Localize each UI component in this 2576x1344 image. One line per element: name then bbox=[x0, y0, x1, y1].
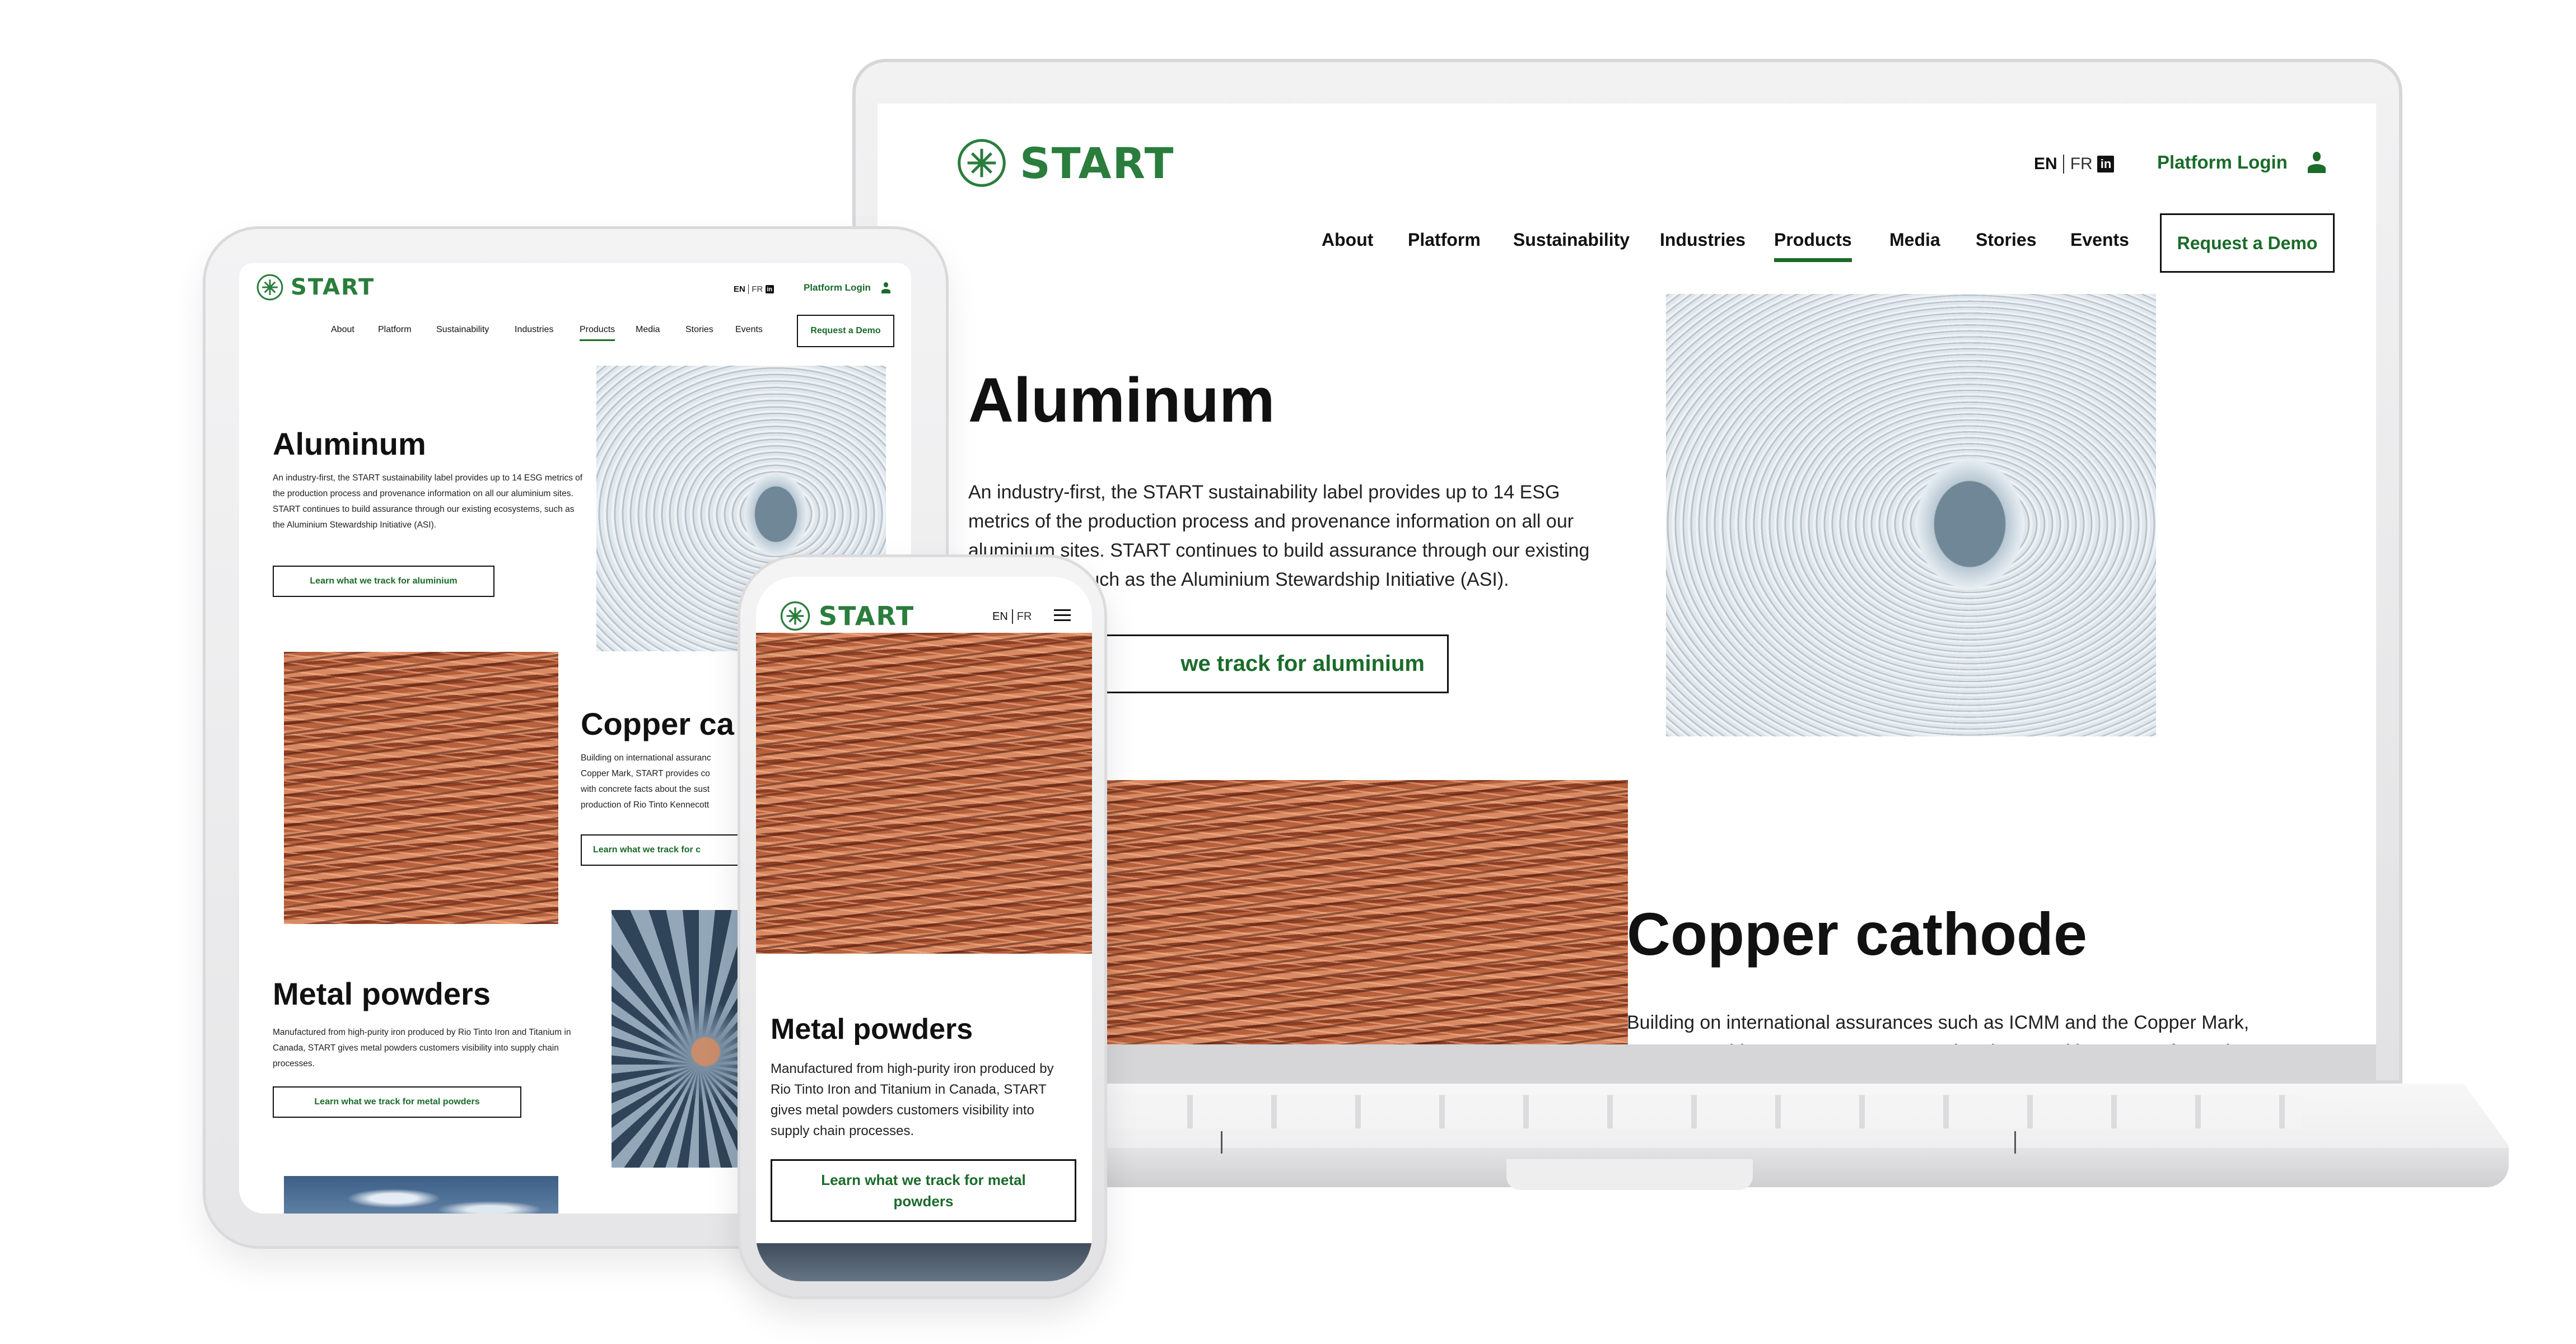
linkedin-icon[interactable]: in bbox=[765, 285, 774, 293]
learn-aluminium-button[interactable]: Learn what we track for aluminium bbox=[273, 566, 494, 597]
phone-screen: START EN FR Metal powders Manufactured f… bbox=[756, 577, 1092, 1281]
logo-text: START bbox=[291, 274, 375, 300]
nav-sustainability[interactable]: Sustainability bbox=[436, 325, 489, 335]
nav-platform[interactable]: Platform bbox=[1408, 230, 1481, 250]
aluminum-title: Aluminum bbox=[968, 365, 1275, 435]
learn-copper-button[interactable]: Learn what we track for c bbox=[581, 834, 760, 866]
metal-powder-turbine-image bbox=[756, 1243, 1092, 1281]
user-icon bbox=[2307, 152, 2327, 173]
copper-line: Building on international assuranc bbox=[581, 753, 711, 763]
laptop-notch bbox=[1506, 1159, 1753, 1190]
asterisk-circle-icon bbox=[958, 139, 1006, 187]
nav-platform[interactable]: Platform bbox=[378, 325, 412, 335]
copper-line: Copper Mark, START provides co bbox=[581, 769, 710, 778]
copper-title: Copper ca bbox=[581, 706, 734, 741]
request-demo-button[interactable]: Request a Demo bbox=[2160, 213, 2335, 273]
metal-powders-title: Metal powders bbox=[771, 1013, 973, 1046]
mine-site-image bbox=[284, 1176, 558, 1214]
nav-events[interactable]: Events bbox=[2070, 230, 2129, 250]
lang-en[interactable]: EN bbox=[2034, 155, 2057, 174]
copper-line: production of Rio Tinto Kennecott bbox=[581, 800, 710, 810]
language-switcher: EN FR in bbox=[2034, 155, 2115, 174]
lang-en[interactable]: EN bbox=[734, 284, 745, 294]
lang-en[interactable]: EN bbox=[992, 610, 1008, 623]
logo[interactable]: START bbox=[256, 273, 375, 301]
copper-title: Copper cathode bbox=[1627, 900, 2088, 968]
copper-wire-image bbox=[1046, 780, 1628, 1044]
nav-sustainability[interactable]: Sustainability bbox=[1513, 230, 1630, 250]
copper-description: Building on international assurances suc… bbox=[1627, 1012, 2263, 1044]
platform-login-link[interactable]: Platform Login bbox=[804, 282, 891, 294]
language-switcher: EN FR in bbox=[734, 284, 774, 294]
nav-products[interactable]: Products bbox=[580, 325, 615, 341]
nav-industries[interactable]: Industries bbox=[1660, 230, 1746, 250]
lang-fr[interactable]: FR bbox=[1017, 610, 1032, 623]
logo-text: START bbox=[819, 601, 915, 631]
lang-separator bbox=[2063, 155, 2065, 174]
logo[interactable]: START bbox=[780, 600, 914, 632]
laptop-trackpad bbox=[1221, 1131, 2016, 1154]
aluminum-title: Aluminum bbox=[273, 426, 426, 461]
laptop-base-front bbox=[1002, 1148, 2509, 1187]
nav-media[interactable]: Media bbox=[636, 325, 660, 335]
aluminium-coils-image bbox=[1666, 294, 2156, 736]
asterisk-circle-icon bbox=[780, 601, 810, 631]
asterisk-circle-icon bbox=[256, 274, 283, 301]
platform-login-label: Platform Login bbox=[804, 282, 871, 293]
copper-description: Building on international assuranc Coppe… bbox=[581, 750, 749, 813]
nav-about[interactable]: About bbox=[331, 325, 354, 335]
nav-stories[interactable]: Stories bbox=[1976, 230, 2036, 250]
learn-metal-powders-button[interactable]: Learn what we track for metal powders bbox=[273, 1086, 521, 1118]
copper-wire-image bbox=[756, 633, 1092, 954]
copper-line: with concrete facts about the sust bbox=[581, 785, 710, 794]
copper-wire-image bbox=[284, 652, 558, 924]
hamburger-menu-icon[interactable] bbox=[1054, 609, 1071, 624]
nav-media[interactable]: Media bbox=[1889, 230, 1940, 250]
language-switcher: EN FR bbox=[992, 609, 1032, 624]
nav-stories[interactable]: Stories bbox=[685, 325, 713, 335]
lang-fr[interactable]: FR bbox=[2070, 155, 2093, 174]
lang-fr[interactable]: FR bbox=[752, 284, 763, 294]
metal-powders-description: Manufactured from high-purity iron produ… bbox=[273, 1028, 571, 1068]
platform-login-link[interactable]: Platform Login bbox=[2157, 152, 2327, 173]
metal-powders-description: Manufactured from high-purity iron produ… bbox=[771, 1061, 1054, 1138]
lang-separator bbox=[1011, 609, 1013, 624]
aluminum-description: An industry-first, the START sustainabil… bbox=[273, 473, 583, 530]
laptop-keyboard bbox=[1109, 1095, 2302, 1128]
logo[interactable]: START bbox=[956, 137, 1174, 189]
nav-events[interactable]: Events bbox=[735, 325, 763, 335]
lang-separator bbox=[748, 284, 749, 294]
nav-products[interactable]: Products bbox=[1774, 230, 1852, 262]
metal-powder-turbine-image bbox=[612, 910, 746, 1168]
logo-text: START bbox=[1020, 138, 1175, 188]
metal-powders-title: Metal powders bbox=[273, 976, 491, 1011]
user-icon bbox=[881, 282, 891, 294]
learn-metal-powders-button[interactable]: Learn what we track for metal powders bbox=[771, 1159, 1076, 1222]
nav-about[interactable]: About bbox=[1322, 230, 1373, 250]
linkedin-icon[interactable]: in bbox=[2097, 156, 2115, 172]
platform-login-label: Platform Login bbox=[2157, 152, 2288, 172]
nav-industries[interactable]: Industries bbox=[515, 325, 553, 335]
request-demo-button[interactable]: Request a Demo bbox=[797, 315, 894, 347]
